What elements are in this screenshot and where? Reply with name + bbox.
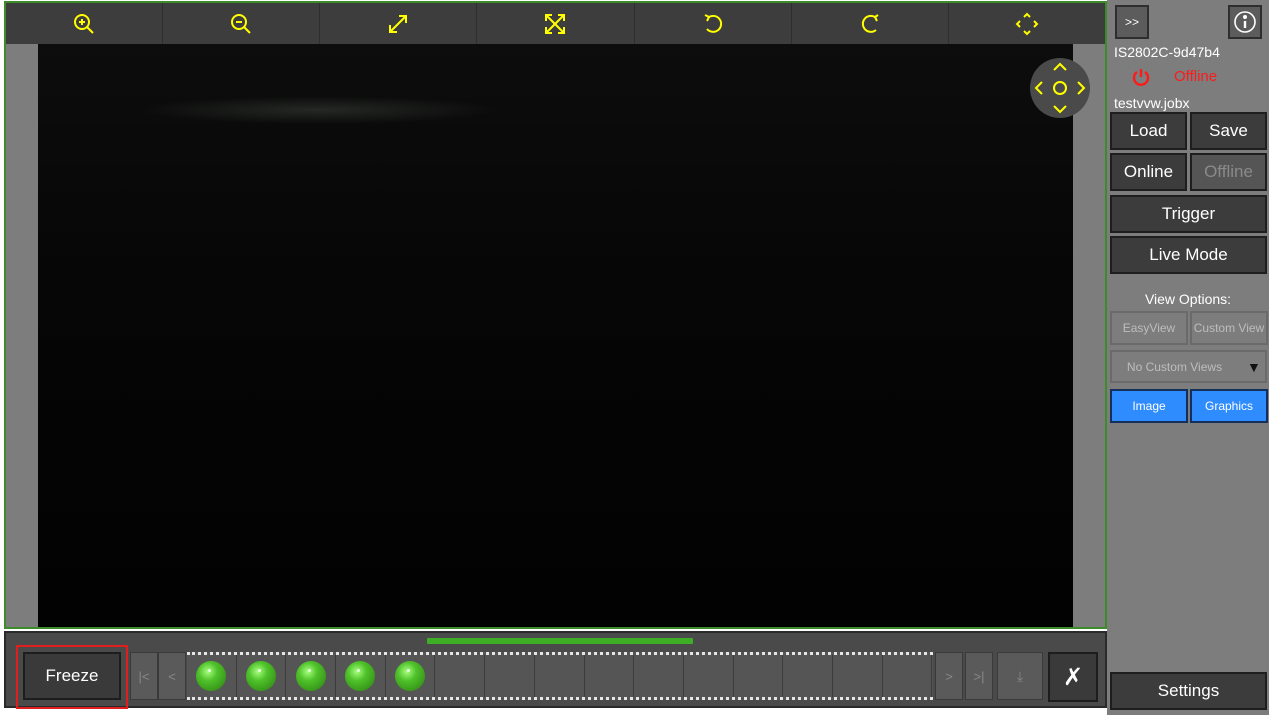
expand-button[interactable]: >>	[1115, 5, 1149, 39]
image-toggle-button[interactable]: Image	[1110, 389, 1188, 423]
rotate-right-icon	[861, 13, 879, 33]
filmstrip-frame[interactable]	[734, 655, 784, 697]
zoom-out-button[interactable]	[163, 3, 321, 44]
info-icon	[1234, 11, 1256, 33]
control-panel: >> IS2802C-9d47b4 Offline testvvw.jobx L…	[1107, 0, 1269, 715]
filmstrip-frame[interactable]	[634, 655, 684, 697]
filmstrip-frame[interactable]	[585, 655, 635, 697]
rotate-right-button[interactable]	[792, 3, 949, 44]
filmstrip	[187, 652, 933, 700]
filmstrip-frame[interactable]	[833, 655, 883, 697]
live-mode-button[interactable]: Live Mode	[1110, 236, 1267, 274]
filmstrip-frame[interactable]	[883, 655, 933, 697]
filmstrip-frame[interactable]	[286, 655, 337, 697]
pass-indicator-icon	[295, 661, 326, 691]
image-viewer	[4, 1, 1107, 629]
directional-pad-icon	[1034, 62, 1086, 114]
next-frame-button[interactable]: >	[935, 652, 963, 700]
pass-indicator-icon	[395, 661, 426, 691]
previous-frame-button[interactable]: <	[158, 652, 186, 700]
custom-views-select-value: No Custom Views	[1126, 359, 1223, 374]
zoom-in-button[interactable]	[6, 3, 164, 44]
filmstrip-frame[interactable]	[535, 655, 585, 697]
view-options-label: View Options:	[1144, 291, 1232, 307]
progress-indicator	[427, 638, 693, 644]
zoom-out-icon	[231, 13, 251, 34]
filmstrip-frame[interactable]	[435, 655, 486, 697]
easyview-button[interactable]: EasyView	[1110, 311, 1188, 345]
trigger-button[interactable]: Trigger	[1110, 195, 1267, 233]
filmstrip-frame[interactable]	[386, 655, 436, 697]
fill-icon	[545, 13, 566, 34]
pan-icon	[1015, 12, 1039, 35]
job-name: testvvw.jobx	[1114, 95, 1190, 111]
pan-control[interactable]	[1030, 58, 1090, 118]
filmstrip-frame[interactable]	[336, 655, 386, 697]
close-filmstrip-button[interactable]: ✗	[1048, 652, 1098, 702]
chevron-down-icon: ▼	[1247, 358, 1261, 375]
connection-status: Offline	[1174, 68, 1218, 85]
rotate-left-button[interactable]	[635, 3, 792, 44]
rotate-left-icon	[704, 13, 722, 33]
filmstrip-frame[interactable]	[237, 655, 287, 697]
filmstrip-frame[interactable]	[187, 655, 237, 697]
load-button[interactable]: Load	[1110, 112, 1187, 150]
fit-icon	[389, 14, 408, 33]
save-button[interactable]: Save	[1190, 112, 1267, 150]
freeze-button[interactable]: Freeze	[23, 652, 121, 700]
custom-view-button[interactable]: Custom View	[1190, 311, 1268, 345]
fit-to-screen-button[interactable]	[320, 3, 478, 44]
graphics-toggle-button[interactable]: Graphics	[1190, 389, 1268, 423]
filmstrip-frame[interactable]	[684, 655, 734, 697]
power-icon	[1132, 69, 1150, 86]
download-button[interactable]: ⤓	[997, 652, 1043, 700]
zoom-in-icon	[74, 13, 94, 34]
filmstrip-bar: Freeze |< < > >| ⤓ ✗	[4, 631, 1107, 709]
filmstrip-frame[interactable]	[783, 655, 833, 697]
info-button[interactable]	[1228, 5, 1262, 39]
last-frame-button[interactable]: >|	[965, 652, 993, 700]
camera-image[interactable]	[38, 44, 1073, 627]
filmstrip-frame[interactable]	[485, 655, 535, 697]
device-name: IS2802C-9d47b4	[1114, 44, 1220, 60]
offline-button[interactable]: Offline	[1190, 153, 1267, 191]
pass-indicator-icon	[196, 661, 227, 691]
settings-button[interactable]: Settings	[1110, 672, 1267, 710]
online-button[interactable]: Online	[1110, 153, 1187, 191]
first-frame-button[interactable]: |<	[130, 652, 158, 700]
fill-screen-button[interactable]	[477, 3, 635, 44]
view-toolbar	[6, 3, 1105, 44]
custom-views-select[interactable]: No Custom Views ▼	[1110, 350, 1267, 383]
pass-indicator-icon	[246, 661, 277, 691]
pass-indicator-icon	[345, 661, 376, 691]
pan-mode-button[interactable]	[949, 3, 1105, 44]
